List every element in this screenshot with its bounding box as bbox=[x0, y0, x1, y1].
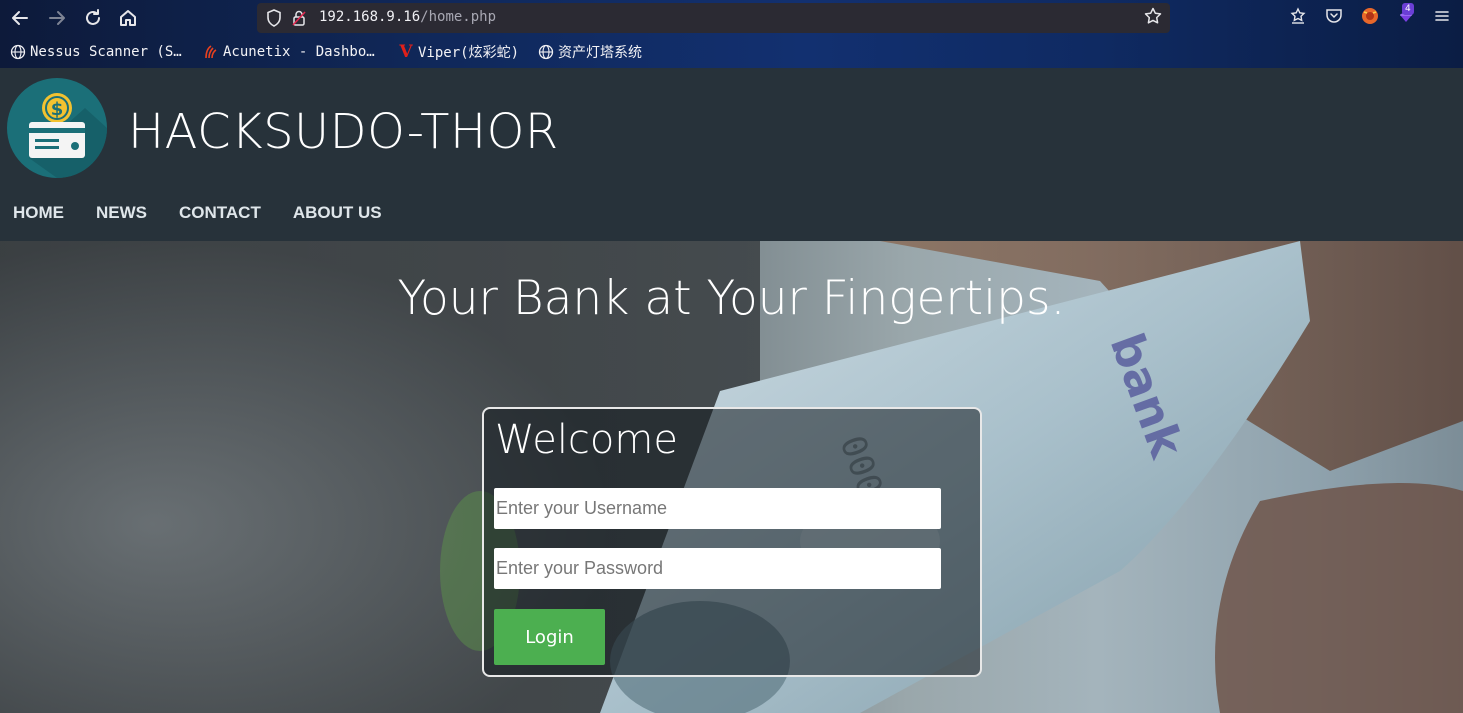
app-menu-button[interactable] bbox=[1430, 6, 1454, 30]
globe-icon bbox=[538, 44, 554, 60]
url-text[interactable]: 192.168.9.16/home.php bbox=[319, 9, 496, 25]
star-icon bbox=[1144, 7, 1162, 24]
bookmark-nessus[interactable]: Nessus Scanner (S… bbox=[10, 42, 182, 62]
hero-headline: Your Bank at Your Fingertips. bbox=[397, 271, 1066, 326]
star-list-icon bbox=[1290, 7, 1306, 24]
globe-icon bbox=[10, 44, 26, 60]
forward-button[interactable] bbox=[45, 6, 69, 30]
reload-button[interactable] bbox=[81, 6, 105, 30]
nav-contact[interactable]: CONTACT bbox=[179, 203, 261, 223]
nav-about-us[interactable]: ABOUT US bbox=[293, 203, 382, 223]
bookmarks-bar: Nessus Scanner (S… Acunetix - Dashbo… V … bbox=[0, 38, 1463, 66]
bank-logo-icon: $ bbox=[7, 78, 107, 178]
site-title: HACKSUDO-THOR bbox=[128, 104, 559, 160]
back-button[interactable] bbox=[8, 6, 32, 30]
url-host: 192.168.9.16 bbox=[319, 9, 421, 25]
bookmark-viper[interactable]: V Viper(炫彩蛇) bbox=[398, 42, 519, 62]
pocket-button[interactable] bbox=[1322, 6, 1346, 30]
bookmark-label: Nessus Scanner (S… bbox=[30, 44, 182, 60]
reload-icon bbox=[86, 9, 100, 25]
extension-fox-icon bbox=[1362, 8, 1378, 24]
svg-text:$: $ bbox=[51, 99, 64, 120]
viper-icon: V bbox=[399, 42, 413, 62]
password-input[interactable] bbox=[494, 548, 941, 589]
pocket-icon bbox=[1326, 9, 1342, 23]
login-form: Welcome Login bbox=[482, 407, 982, 677]
bookmark-acunetix[interactable]: Acunetix - Dashbo… bbox=[203, 42, 375, 62]
hero-section: bank 0000 Your Bank at Your Fingertips. … bbox=[0, 241, 1463, 713]
bookmark-asset-tower[interactable]: 资产灯塔系统 bbox=[538, 42, 642, 62]
bookmark-label: Viper(炫彩蛇) bbox=[418, 45, 520, 61]
web-page: $ HACKSUDO-THOR HOME NEWS CONTACT ABOUT … bbox=[0, 68, 1463, 713]
arrow-left-icon bbox=[12, 11, 28, 25]
bookmark-star-button[interactable] bbox=[1142, 6, 1164, 28]
browser-chrome: 192.168.9.16/home.php 4 Nessus Scanner (… bbox=[0, 0, 1463, 68]
url-path: /home.php bbox=[420, 9, 497, 25]
nav-news[interactable]: NEWS bbox=[96, 203, 147, 223]
address-bar[interactable]: 192.168.9.16/home.php bbox=[257, 3, 1170, 33]
hamburger-menu-icon bbox=[1435, 11, 1449, 21]
extension-badge: 4 bbox=[1402, 3, 1414, 15]
bookmark-label: Acunetix - Dashbo… bbox=[223, 44, 375, 60]
home-icon bbox=[120, 10, 136, 26]
nav-home[interactable]: HOME bbox=[13, 203, 64, 223]
bookmark-label: 资产灯塔系统 bbox=[558, 45, 642, 61]
site-header: $ HACKSUDO-THOR HOME NEWS CONTACT ABOUT … bbox=[0, 68, 1463, 241]
insecure-lock-icon[interactable] bbox=[291, 9, 307, 27]
arrow-right-icon bbox=[49, 11, 65, 25]
home-button[interactable] bbox=[116, 6, 140, 30]
browser-toolbar: 192.168.9.16/home.php 4 bbox=[0, 0, 1463, 36]
username-input[interactable] bbox=[494, 488, 941, 529]
shield-icon[interactable] bbox=[265, 8, 283, 28]
extension-button-fox[interactable] bbox=[1358, 6, 1382, 30]
acunetix-icon bbox=[205, 45, 217, 59]
login-title: Welcome bbox=[495, 417, 678, 463]
login-button[interactable]: Login bbox=[494, 609, 605, 665]
main-nav: HOME NEWS CONTACT ABOUT US bbox=[13, 203, 414, 223]
collections-button[interactable] bbox=[1286, 6, 1310, 30]
